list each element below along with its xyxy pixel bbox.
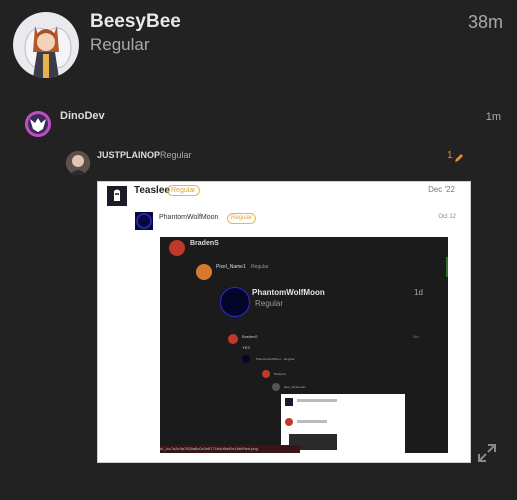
reply-date: Oct 12 — [438, 214, 456, 220]
nested-username: PhantomWolfMoon — [256, 357, 282, 361]
reply-username: PhantomWolfMoon — [159, 214, 219, 221]
dinodev-avatar[interactable] — [25, 111, 51, 137]
nested-avatar — [262, 370, 270, 378]
image-url: d/_/cc7a2e3a7830a8c0c2e8771b4d9a49c1bb99… — [160, 445, 300, 453]
nested-role: Regular — [255, 299, 284, 308]
status-badge: Regular — [227, 213, 257, 224]
beesybee-avatar[interactable] — [13, 12, 79, 78]
status-badge: Regular — [167, 185, 200, 196]
post-username: Teaslee — [134, 185, 170, 196]
reply-username[interactable]: JUSTPLAINOP — [97, 150, 160, 160]
teaslee-avatar — [107, 186, 127, 206]
nested-username: idee_Studioman — [284, 385, 306, 389]
nested-role: Regular — [284, 357, 295, 361]
pencil-icon[interactable] — [454, 150, 464, 168]
nested-username: BradenS — [190, 240, 219, 247]
user-role: Regular — [90, 35, 150, 54]
embedded-screenshot[interactable]: Teaslee Regular Dec '22 PhantomWolfMoon … — [97, 181, 471, 463]
nested-username: BradenS — [274, 372, 286, 376]
edit-count[interactable]: 1 — [447, 150, 453, 161]
nested-time: 1d — [414, 288, 423, 297]
bradens-avatar — [169, 240, 185, 256]
nested-username: Pixel_Name1 — [216, 264, 246, 270]
nested-text: YES — [242, 345, 251, 350]
reply-username[interactable]: DinoDev — [60, 110, 105, 122]
phantomwolfmoon-avatar — [220, 287, 250, 317]
phantomwolfmoon-avatar — [135, 212, 153, 230]
post-time[interactable]: 38m — [468, 12, 503, 33]
nested-avatar — [272, 383, 280, 391]
expand-icon[interactable] — [477, 443, 497, 468]
nested-username: PhantomWolfMoon — [252, 288, 325, 297]
post-date: Dec '22 — [428, 185, 455, 194]
pixel-avatar — [196, 264, 212, 280]
justplainop-avatar[interactable] — [66, 151, 90, 175]
nested-screenshot: BradenS Pixel_Name1 Regular PhantomWolfM… — [160, 237, 448, 454]
nested-username: BradenS — [242, 334, 258, 339]
nested-time: 2m — [413, 334, 419, 339]
bradens-avatar — [228, 334, 238, 344]
username[interactable]: BeesyBee — [90, 11, 181, 33]
nested-avatar — [242, 355, 250, 363]
user-role: Regular — [160, 150, 192, 160]
reply-time[interactable]: 1m — [486, 111, 501, 123]
nested-role: Regular — [251, 264, 269, 270]
